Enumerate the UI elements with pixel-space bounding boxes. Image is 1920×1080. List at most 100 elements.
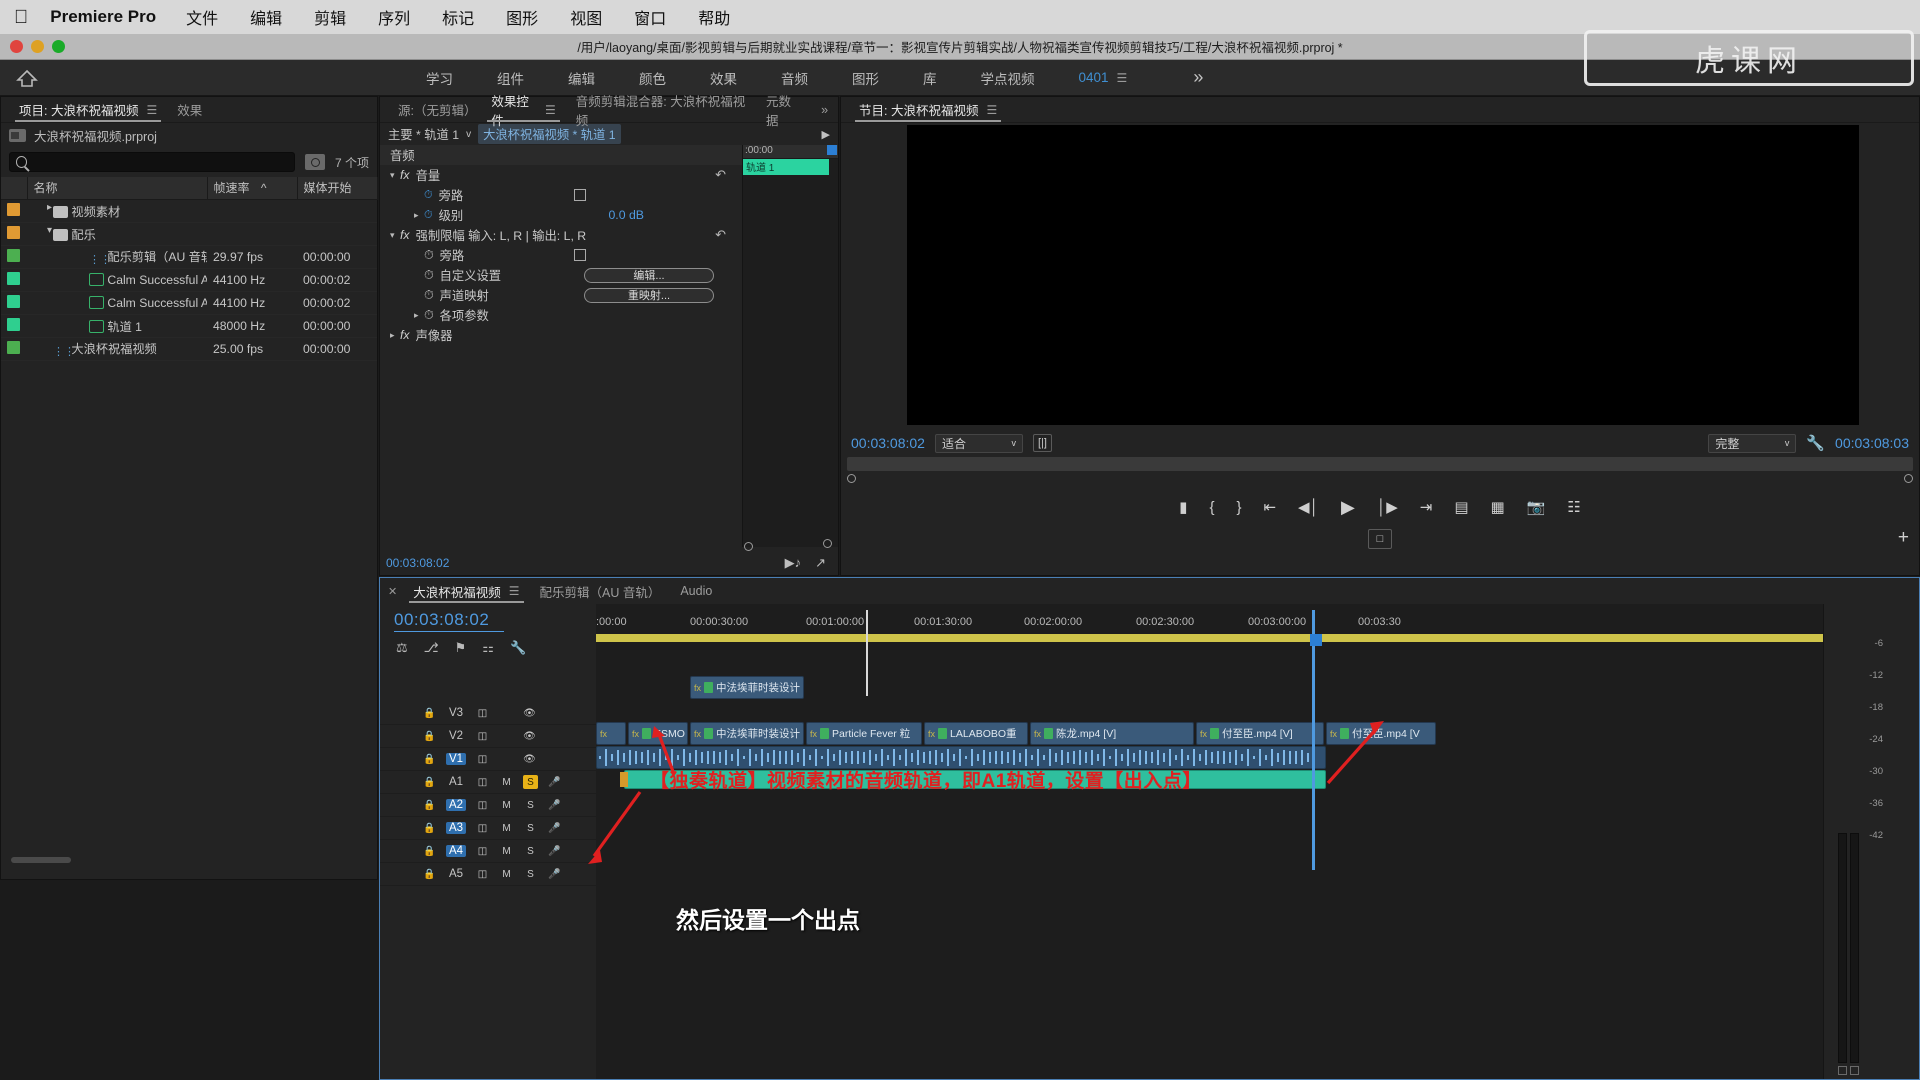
- row-color-swatch[interactable]: [1, 199, 27, 223]
- effect-param-row[interactable]: ▸ ⏱ 各项参数: [380, 305, 742, 325]
- step-forward-icon[interactable]: │▶: [1377, 498, 1398, 516]
- program-monitor-time-ruler[interactable]: [847, 474, 1913, 485]
- col-name[interactable]: 名称: [27, 177, 208, 200]
- row-name-cell[interactable]: ▾ 配乐: [27, 222, 207, 246]
- toggle-track-output-icon[interactable]: 👁: [522, 752, 537, 766]
- table-row[interactable]: 轨道 1 48000 Hz 00:00:00: [1, 314, 377, 338]
- button-editor-icon[interactable]: ☷: [1567, 498, 1580, 516]
- mini-timeline-ruler[interactable]: :00:00: [743, 145, 838, 159]
- row-color-swatch[interactable]: [1, 314, 27, 338]
- timeline-playhead[interactable]: [866, 610, 868, 696]
- lock-icon[interactable]: 🔒: [422, 844, 437, 858]
- track-name-label[interactable]: A2: [446, 799, 466, 811]
- effect-param-row[interactable]: ▸ fx 声像器: [380, 325, 742, 345]
- plus-icon[interactable]: +: [1898, 527, 1909, 549]
- panel-menu-icon[interactable]: ☰: [1117, 71, 1128, 85]
- track-name-label[interactable]: A1: [446, 776, 466, 788]
- out-point-handle-icon[interactable]: [1310, 634, 1322, 646]
- stopwatch-icon[interactable]: ⏱: [424, 248, 434, 263]
- search-input-wrapper[interactable]: [9, 152, 295, 172]
- out-point-handle-icon[interactable]: [1904, 474, 1913, 483]
- lift-icon[interactable]: ▤: [1454, 498, 1468, 516]
- lock-icon[interactable]: 🔒: [422, 752, 437, 766]
- chevron-down-icon[interactable]: v: [466, 129, 471, 140]
- target-track-icon[interactable]: ◫: [475, 706, 490, 720]
- toggle-track-output-icon[interactable]: 👁: [522, 706, 537, 720]
- track-header-a5[interactable]: 🔒 A5 ◫ M S 🎤: [380, 863, 596, 886]
- effect-param-row[interactable]: ▾ fx 强制限幅 输入: L, R | 输出: L, R ↶: [380, 225, 742, 245]
- voice-over-record-icon[interactable]: 🎤: [547, 775, 562, 789]
- timeline-clip[interactable]: fx 付至臣.mp4 [V]: [1196, 722, 1324, 745]
- timeline-clip[interactable]: fx 中法埃菲时装设计: [690, 676, 804, 699]
- snap-icon[interactable]: ⚖: [396, 640, 408, 656]
- solo-track-button[interactable]: S: [523, 798, 538, 812]
- voice-over-record-icon[interactable]: 🎤: [547, 867, 562, 881]
- mute-track-button[interactable]: M: [499, 867, 514, 881]
- solo-track-button[interactable]: S: [523, 867, 538, 881]
- play-icon[interactable]: ▶: [1341, 497, 1355, 518]
- row-name-cell[interactable]: Calm Successful Ambien: [27, 268, 207, 292]
- track-header-v1[interactable]: 🔒 V1 ◫ 👁: [380, 748, 596, 771]
- param-checkbox[interactable]: [574, 189, 586, 201]
- effect-controls-mini-timeline[interactable]: :00:00 轨道 1: [742, 145, 838, 547]
- track-header-v3[interactable]: 🔒 V3 ◫ 👁: [380, 702, 596, 725]
- target-track-icon[interactable]: ◫: [475, 775, 490, 789]
- mute-track-button[interactable]: M: [499, 775, 514, 789]
- target-track-icon[interactable]: ◫: [475, 844, 490, 858]
- row-name-cell[interactable]: ⋮⋮ 大浪杯祝福视频: [27, 337, 207, 361]
- row-color-swatch[interactable]: [1, 337, 27, 361]
- disclosure-triangle-icon[interactable]: ▸: [47, 202, 59, 213]
- mark-out-icon[interactable]: {: [1209, 499, 1214, 516]
- export-icon[interactable]: ↗: [815, 555, 826, 571]
- menu-item-view[interactable]: 视图: [570, 5, 602, 29]
- tab-sequence-main[interactable]: 大浪杯祝福视频 ☰: [403, 578, 529, 604]
- row-color-swatch[interactable]: [1, 245, 27, 269]
- meter-mute-right-icon[interactable]: [1850, 1066, 1859, 1075]
- panel-menu-icon[interactable]: ☰: [146, 103, 157, 117]
- row-name-cell[interactable]: Calm Successful Ambien: [27, 291, 207, 315]
- track-header-a2[interactable]: 🔒 A2 ◫ M S 🎤: [380, 794, 596, 817]
- select-zoom-icon[interactable]: [|]: [1032, 434, 1052, 452]
- lock-icon[interactable]: 🔒: [422, 729, 437, 743]
- tab-effect-controls[interactable]: 效果控件 ☰: [481, 95, 565, 128]
- track-header-a4[interactable]: 🔒 A4 ◫ M S 🎤: [380, 840, 596, 863]
- extract-icon[interactable]: ▦: [1491, 498, 1505, 516]
- timeline-clip[interactable]: fx Particle Fever 粒: [806, 722, 922, 745]
- track-name-label[interactable]: V1: [446, 753, 466, 765]
- effect-param-row[interactable]: ⏱ 自定义设置 编辑...: [380, 265, 742, 285]
- reset-parameter-icon[interactable]: ↶: [715, 167, 726, 183]
- toggle-track-output-icon[interactable]: 👁: [522, 729, 537, 743]
- voice-over-record-icon[interactable]: 🎤: [547, 844, 562, 858]
- target-track-icon[interactable]: ◫: [475, 752, 490, 766]
- effect-param-row[interactable]: ⏱ 旁路: [380, 245, 742, 265]
- lock-icon[interactable]: 🔒: [422, 775, 437, 789]
- target-track-icon[interactable]: ◫: [475, 798, 490, 812]
- stopwatch-icon[interactable]: ⏱: [424, 288, 434, 303]
- menu-item-marker[interactable]: 标记: [442, 5, 474, 29]
- tab-libraries[interactable]: 库: [901, 60, 959, 96]
- tab-study-video[interactable]: 学点视频: [959, 60, 1057, 96]
- search-input[interactable]: [32, 155, 294, 169]
- param-button[interactable]: 编辑...: [584, 267, 714, 283]
- table-row[interactable]: ⋮⋮ 大浪杯祝福视频 25.00 fps 00:00:00: [1, 337, 377, 361]
- stopwatch-icon[interactable]: ⏱: [424, 268, 434, 283]
- tab-metadata[interactable]: 元数据: [756, 95, 811, 128]
- track-header-a1[interactable]: 🔒 A1 ◫ M S 🎤: [380, 771, 596, 794]
- tab-0401[interactable]: 0401 ☰: [1057, 60, 1150, 96]
- go-to-out-icon[interactable]: ⇥: [1420, 498, 1433, 516]
- playback-resolution-select[interactable]: 完整 v: [1708, 433, 1797, 453]
- row-color-swatch[interactable]: [1, 268, 27, 292]
- play-icon[interactable]: ▶: [822, 128, 830, 141]
- marker-icon[interactable]: ⚑: [455, 640, 467, 656]
- stopwatch-icon[interactable]: ⏱: [424, 209, 433, 222]
- project-file-row[interactable]: 大浪杯祝福视频.prproj: [1, 123, 377, 147]
- timeline-out-point-marker[interactable]: [1312, 610, 1315, 870]
- panel-menu-icon[interactable]: ☰: [509, 584, 520, 598]
- param-button[interactable]: 重映射...: [584, 287, 714, 303]
- table-row[interactable]: ▸ 视频素材: [1, 199, 377, 223]
- go-to-in-icon[interactable]: ⇤: [1263, 498, 1276, 516]
- menu-item-help[interactable]: 帮助: [698, 5, 730, 29]
- zoom-level-select[interactable]: 适合 v: [934, 433, 1023, 453]
- target-track-icon[interactable]: ◫: [475, 867, 490, 881]
- row-name-cell[interactable]: 轨道 1: [27, 314, 207, 338]
